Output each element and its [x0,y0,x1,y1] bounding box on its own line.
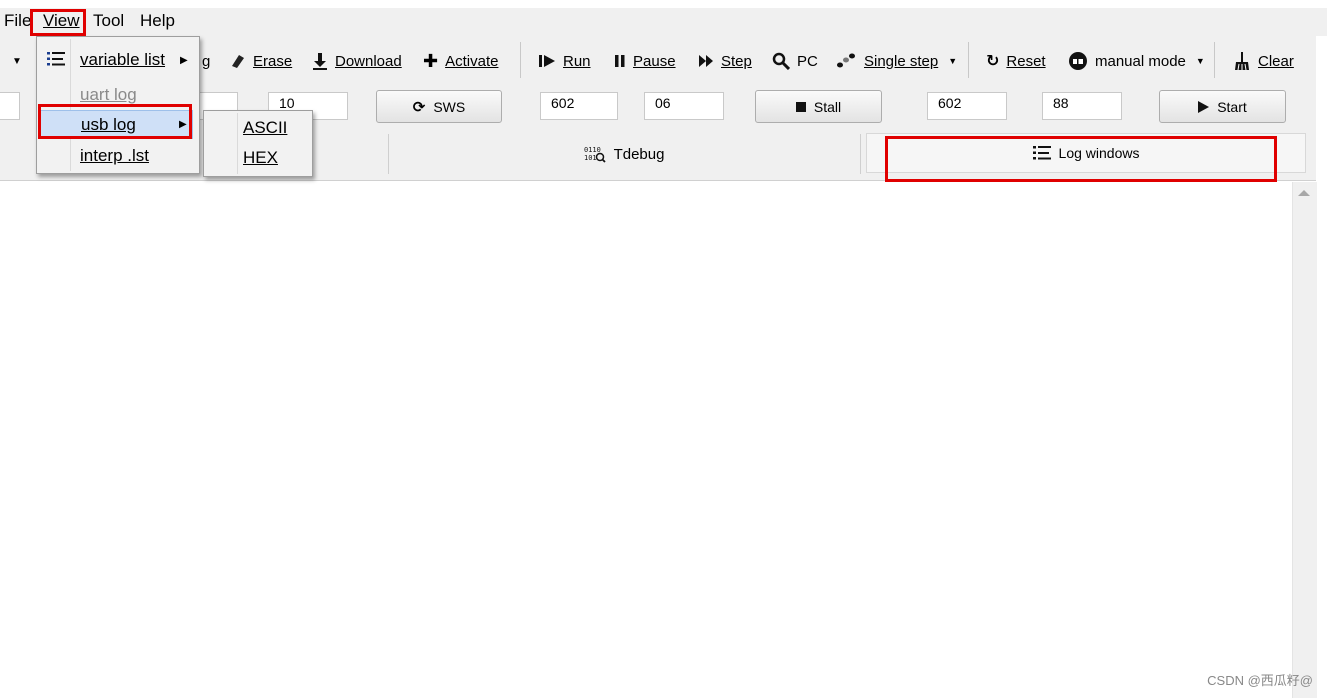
menu-item-ascii[interactable]: ASCII [204,113,310,143]
broom-icon [1233,51,1251,71]
log-content-area[interactable] [0,181,1292,698]
menu-tool[interactable]: Tool [93,11,124,31]
menu-bar: File View Tool Help [0,8,1327,36]
submenu-arrow-icon: ▶ [180,54,188,66]
download-button[interactable]: Download [312,36,402,86]
list-icon [47,51,65,72]
menu-file[interactable]: File [4,11,31,31]
dropdown-arrow-icon[interactable]: ▼ [12,36,22,86]
erase-button[interactable]: Erase [228,36,292,86]
refresh-icon: ↻ [986,53,1000,70]
tab-tdebug[interactable]: 0110 101 Tdebug [389,130,859,178]
menu-item-interp-lst[interactable]: interp .lst [37,141,197,171]
menu-item-usb-log[interactable]: usb log ▶ [40,110,193,139]
sws-button[interactable]: ⟳ SWS [376,90,502,123]
chevron-down-icon: ▼ [1195,56,1205,66]
step-button[interactable]: Step [698,36,752,86]
manual-mode-dropdown[interactable]: manual mode ▼ [1068,36,1205,86]
clear-button[interactable]: Clear [1233,36,1294,86]
plus-icon: ✚ [423,50,439,71]
reset-button[interactable]: ↻ Reset [986,36,1046,86]
footsteps-icon [835,53,857,69]
input-field-4[interactable]: 602 [540,92,618,120]
tab-log-windows[interactable]: Log windows [866,133,1306,173]
stall-button[interactable]: Stall [755,90,882,123]
svg-text:101: 101 [584,154,597,162]
pc-button[interactable]: PC [772,36,818,86]
toolbar-separator [1214,42,1215,78]
download-icon [312,52,328,70]
tab-divider [860,134,861,174]
input-field-5[interactable]: 06 [644,92,724,120]
pause-icon [614,54,626,68]
submenu-arrow-icon: ▶ [179,119,187,130]
run-button[interactable]: Run [538,36,591,86]
vertical-scrollbar[interactable] [1292,182,1317,698]
menu-help[interactable]: Help [140,11,175,31]
binary-debug-icon: 0110 101 [584,144,606,164]
eraser-icon [228,52,246,70]
toolbar-partial-label: g [202,52,211,70]
start-button[interactable]: Start [1159,90,1286,123]
play-icon [1198,100,1210,113]
usb-log-submenu: ASCII HEX [203,110,313,177]
fast-forward-icon [698,54,714,68]
svg-text:0110: 0110 [584,146,601,154]
menu-item-uart-log[interactable]: uart log [37,80,197,110]
toolbar-separator [520,42,521,78]
input-field-1[interactable] [0,92,20,120]
menu-view[interactable]: View [43,11,80,31]
watermark: CSDN @西瓜籽@ [1207,673,1313,688]
scroll-up-arrow-icon[interactable] [1298,190,1310,196]
input-field-7[interactable]: 88 [1042,92,1122,120]
stop-icon [795,101,806,112]
list-icon [1032,145,1051,161]
view-menu: variable list ▶ uart log usb log ▶ inter… [36,36,200,174]
menu-item-hex[interactable]: HEX [204,143,310,173]
toolbar-separator [968,42,969,78]
search-icon [772,52,790,70]
activate-button[interactable]: ✚ Activate [423,36,498,86]
input-field-6[interactable]: 602 [927,92,1007,120]
run-icon [538,54,556,68]
single-step-dropdown[interactable]: Single step ▼ [835,36,957,86]
pause-button[interactable]: Pause [614,36,676,86]
chevron-down-icon: ▼ [948,56,958,66]
menu-item-variable-list[interactable]: variable list ▶ [37,45,197,75]
sync-icon: ⟳ [412,98,426,116]
manual-mode-icon [1068,51,1088,71]
